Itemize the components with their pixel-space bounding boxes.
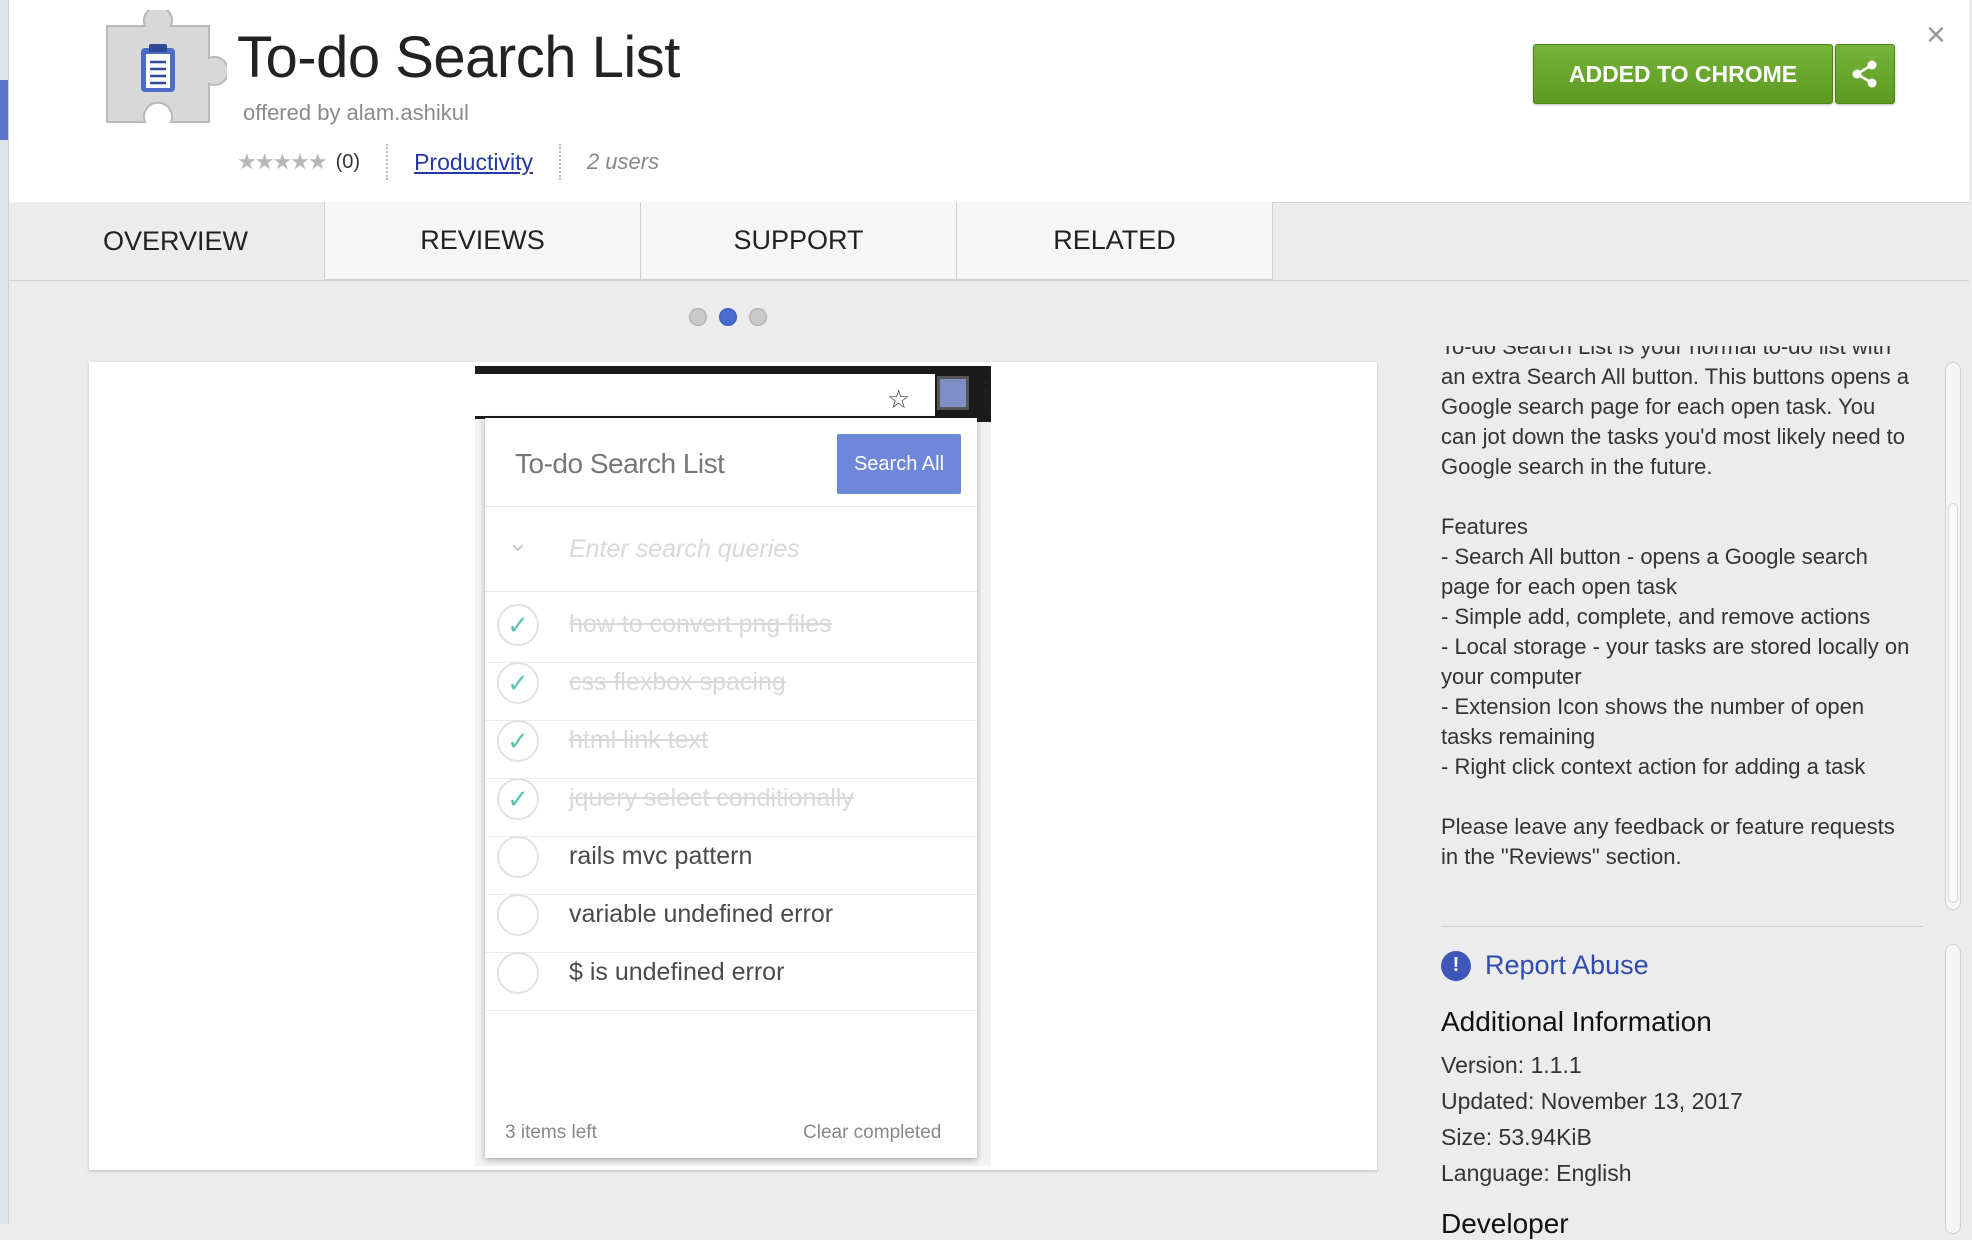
tab-reviews[interactable]: REVIEWS — [325, 202, 641, 280]
bookmark-star-icon: ☆ — [887, 384, 911, 414]
share-button[interactable] — [1835, 44, 1895, 104]
background-window-highlight — [0, 80, 8, 140]
report-abuse[interactable]: ! Report Abuse — [1441, 950, 1649, 981]
user-count: 2 users — [586, 149, 660, 174]
feature-item: - Local storage - your tasks are stored … — [1441, 634, 1910, 689]
check-icon: ✓ — [497, 662, 539, 704]
puzzle-clipboard-icon — [106, 10, 227, 123]
feature-item: - Simple add, complete, and remove actio… — [1441, 604, 1871, 629]
tab-related[interactable]: RELATED — [957, 202, 1273, 280]
carousel-dot[interactable] — [749, 308, 767, 326]
extension-description: To-do Search List is your normal to-do l… — [1441, 346, 1911, 894]
popup-title: To-do Search List — [515, 448, 725, 479]
dialog-header: To-do Search List offered by alam.ashiku… — [9, 0, 1969, 203]
additional-info-heading: Additional Information — [1441, 1006, 1712, 1037]
scrollbar-thumb[interactable] — [1948, 503, 1958, 903]
meta-separator — [558, 144, 561, 180]
todo-text: css flexbox spacing — [569, 668, 786, 696]
todo-text: jquery select conditionally — [569, 784, 854, 812]
tab-bar: OVERVIEW REVIEWS SUPPORT RELATED — [9, 202, 1969, 281]
todo-text: how to convert png files — [569, 610, 832, 638]
version-info: Version: 1.1.1 — [1441, 1052, 1582, 1078]
menu-dots-icon: ⋮ — [973, 375, 999, 405]
size-info: Size: 53.94KiB — [1441, 1124, 1592, 1150]
info-scrollbar[interactable] — [1945, 944, 1961, 1234]
carousel-dot[interactable] — [689, 308, 707, 326]
check-icon: ✓ — [497, 604, 539, 646]
description-scrollbar[interactable] — [1945, 362, 1961, 910]
background-window-strip — [0, 0, 8, 1224]
description-intro: To-do Search List is your normal to-do l… — [1441, 346, 1910, 479]
feature-item: - Extension Icon shows the number of ope… — [1441, 694, 1865, 749]
developer-heading: Developer — [1441, 1208, 1569, 1239]
new-task-row: ⌄ Enter search queries — [485, 506, 977, 592]
features-heading: Features — [1441, 514, 1528, 539]
clear-completed-label: Clear completed — [803, 1122, 942, 1143]
language-info: Language: English — [1441, 1160, 1632, 1186]
carousel-dot-active[interactable] — [719, 308, 737, 326]
tab-support[interactable]: SUPPORT — [641, 202, 957, 280]
empty-check-icon — [497, 894, 539, 936]
feature-item: - Search All button - opens a Google sea… — [1441, 544, 1868, 599]
tab-overview[interactable]: OVERVIEW — [9, 202, 325, 280]
check-icon: ✓ — [497, 778, 539, 820]
popup-preview: To-do Search List Search All ⌄ Enter sea… — [485, 418, 977, 1158]
report-abuse-link[interactable]: Report Abuse — [1485, 950, 1649, 981]
search-all-button: Search All — [837, 434, 961, 494]
screenshot-image: ☆ ⋮ To-do Search List Search All ⌄ Enter… — [475, 366, 999, 1166]
description-outro: Please leave any feedback or feature req… — [1441, 814, 1895, 869]
todo-text: variable undefined error — [569, 900, 834, 928]
rating-count: (0) — [335, 150, 361, 173]
browser-url-bar: ☆ — [475, 374, 935, 419]
items-left-count: 3 items left — [505, 1122, 597, 1143]
share-icon — [1852, 60, 1877, 88]
rating-stars[interactable]: ★★★★★ — [237, 149, 328, 175]
feature-item: - Right click context action for adding … — [1441, 754, 1866, 779]
task-input-placeholder: Enter search queries — [569, 535, 800, 563]
carousel-dots — [689, 308, 767, 326]
close-icon[interactable]: × — [1926, 18, 1946, 52]
extension-detail-dialog: To-do Search List offered by alam.ashiku… — [8, 0, 1969, 1239]
todo-text: $ is undefined error — [569, 958, 785, 986]
meta-separator — [386, 144, 389, 180]
added-to-chrome-button[interactable]: ADDED TO CHROME — [1533, 44, 1833, 104]
offered-by: offered by alam.ashikul — [243, 100, 469, 125]
todo-text: rails mvc pattern — [569, 842, 753, 870]
screenshot-panel: ☆ ⋮ To-do Search List Search All ⌄ Enter… — [89, 362, 1377, 1170]
todo-item: $ is undefined error — [485, 938, 977, 1011]
check-icon: ✓ — [497, 720, 539, 762]
alert-icon: ! — [1441, 950, 1471, 981]
todo-text: html link text — [569, 726, 708, 754]
extension-title: To-do Search List — [237, 25, 680, 90]
section-divider — [1441, 926, 1923, 927]
category-link[interactable]: Productivity — [414, 149, 533, 176]
updated-info: Updated: November 13, 2017 — [1441, 1088, 1743, 1114]
empty-check-icon — [497, 836, 539, 878]
empty-check-icon — [497, 952, 539, 994]
extension-meta: ★★★★★ (0) Productivity 2 users — [237, 144, 659, 180]
chevron-down-icon: ⌄ — [507, 527, 529, 557]
extension-toolbar-icon — [937, 376, 969, 410]
